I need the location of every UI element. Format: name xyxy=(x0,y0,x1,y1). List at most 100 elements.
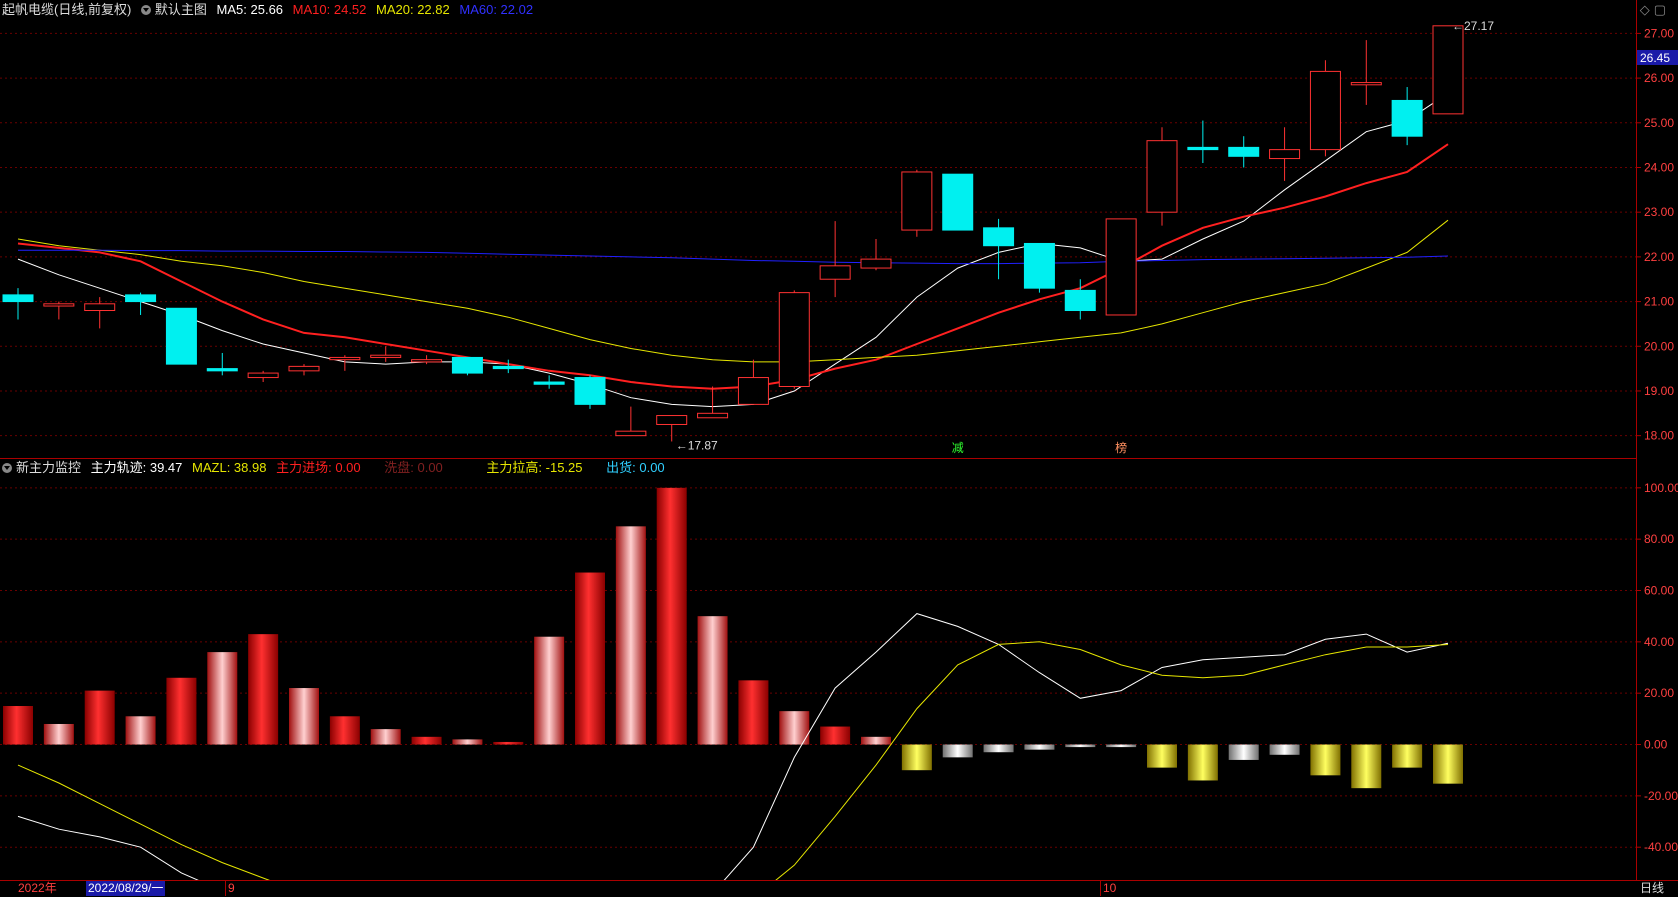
indicator-bar xyxy=(1351,744,1382,789)
ma20-line xyxy=(17,219,1449,363)
price-axis-line xyxy=(1636,0,1637,896)
candle-body xyxy=(206,368,238,372)
indicator-bar xyxy=(1187,744,1218,781)
indicator-bar xyxy=(983,744,1014,753)
candle-body xyxy=(370,354,402,358)
indicator-bar xyxy=(738,680,769,745)
indicator-bar xyxy=(942,744,973,758)
indicator-bar xyxy=(1024,744,1055,750)
candle-body xyxy=(1064,289,1096,312)
ma5-line xyxy=(17,92,1449,408)
indicator-bar xyxy=(84,690,115,745)
candle-body xyxy=(84,303,116,312)
year-label: 2022年 xyxy=(18,881,57,895)
indicator-bar xyxy=(329,716,360,745)
price-tick-label: 20.00 xyxy=(1644,339,1674,353)
indicator-tick-label: 60.00 xyxy=(1644,584,1674,598)
indicator-bar xyxy=(861,736,891,745)
indicator-bar xyxy=(820,726,851,745)
price-tick-label: 19.00 xyxy=(1644,384,1674,398)
stock-title[interactable]: 起帆电缆(日线,前复权) xyxy=(2,2,131,17)
candle-body xyxy=(451,356,483,374)
signal-marker-label: 减 xyxy=(952,441,964,455)
candle-body xyxy=(1350,82,1382,86)
indicator-bar xyxy=(3,706,33,745)
candle-body xyxy=(1391,99,1423,137)
candle-body xyxy=(656,415,688,425)
candle-body xyxy=(247,372,279,379)
price-tick-label: 27.00 xyxy=(1644,26,1674,40)
candle-body xyxy=(615,430,647,437)
indicator-bar xyxy=(248,634,279,745)
indicator-tick-label: -20.00 xyxy=(1644,789,1678,803)
candle-body xyxy=(819,265,851,280)
price-tick-label: 22.00 xyxy=(1644,250,1674,264)
candle-body xyxy=(492,365,524,370)
ma10-legend: MA10: 24.52 xyxy=(292,2,367,17)
candle-body xyxy=(329,356,361,361)
indicator-tick-label: -40.00 xyxy=(1644,840,1678,854)
indicator-bar xyxy=(452,739,483,745)
chart-svg: 18.00 19.00 20.00 21.00 22.00 23.00 24.00 25.00… xyxy=(0,19,1678,896)
candle-body xyxy=(983,227,1015,247)
ma10-line xyxy=(17,143,1449,390)
indicator-bar xyxy=(1147,744,1177,768)
indicator-bar xyxy=(901,744,932,771)
ma60-line xyxy=(18,249,1449,265)
candle-body xyxy=(43,303,75,307)
main-chart-dropdown[interactable]: 默认主图 xyxy=(140,2,207,17)
indicator-bar xyxy=(43,723,74,745)
candle-body xyxy=(1432,25,1464,115)
candle-body xyxy=(2,294,34,303)
dropdown-icon xyxy=(2,462,12,473)
month-9-label: 9 xyxy=(225,881,235,896)
price-tick-label: 23.00 xyxy=(1644,205,1674,219)
indicator-bar xyxy=(166,677,197,745)
extreme-price-label: ←27.17 xyxy=(1452,19,1494,33)
indicator-bar xyxy=(370,729,401,745)
indicator-dropdown[interactable]: 新主力监控 xyxy=(2,460,81,475)
main-chart-header: 起帆电缆(日线,前复权) 默认主图 MA5: 25.66 MA10: 24.52… xyxy=(2,1,539,19)
candle-body xyxy=(778,292,810,387)
candle-body xyxy=(125,294,157,303)
ma5-legend: MA5: 25.66 xyxy=(216,2,284,17)
main-chart-label: 默认主图 xyxy=(154,2,207,17)
period-label[interactable]: 日线 xyxy=(1640,881,1664,896)
candle-body xyxy=(1105,218,1137,316)
signal-marker-label: 榜 xyxy=(1115,440,1127,455)
indicator-tick-label: 40.00 xyxy=(1644,635,1674,649)
current-price-tag: 26.45 xyxy=(1640,51,1670,65)
price-tick-label: 26.00 xyxy=(1644,71,1674,85)
candle-body xyxy=(288,365,320,372)
extreme-price-label: ←17.87 xyxy=(676,438,718,452)
candle-body xyxy=(1228,146,1260,157)
candle-body xyxy=(737,377,769,405)
window-controls[interactable]: ◇▢ xyxy=(1640,2,1670,18)
dropdown-icon xyxy=(140,4,151,15)
indicator-bar xyxy=(289,688,319,745)
candle-body xyxy=(1269,149,1301,160)
track-legend: 主力轨迹: 39.47 xyxy=(90,460,183,475)
grid-icon[interactable]: ▢ xyxy=(1654,2,1670,17)
date-axis-bar[interactable] xyxy=(0,880,1678,897)
diamond-icon[interactable]: ◇ xyxy=(1640,2,1654,17)
indicator-bar xyxy=(1106,744,1137,748)
indicator-bar xyxy=(656,487,687,745)
candle-body xyxy=(411,359,443,363)
mazl-legend: MAZL: 38.98 xyxy=(192,460,267,475)
price-tick-label: 24.00 xyxy=(1644,160,1674,174)
indicator-bar xyxy=(1065,744,1096,748)
candle-body xyxy=(574,377,606,405)
price-tick-label: 25.00 xyxy=(1644,116,1674,130)
month-10-label: 10 xyxy=(1100,881,1116,896)
candle-body xyxy=(1023,242,1055,289)
indicator-header: 新主力监控 主力轨迹: 39.47 MAZL: 38.98 主力进场: 0.00… xyxy=(2,459,671,477)
chart-area[interactable]: 18.00 19.00 20.00 21.00 22.00 23.00 24.00 25.00… xyxy=(0,0,1678,896)
candle-body xyxy=(1146,140,1178,213)
indicator-bar xyxy=(493,741,524,745)
out-legend: 出货: 0.00 xyxy=(606,460,665,475)
candle-body xyxy=(1309,70,1341,151)
indicator-bar xyxy=(125,716,156,745)
cursor-date: 2022/08/29/一 xyxy=(86,881,166,896)
candle-body xyxy=(901,171,933,231)
